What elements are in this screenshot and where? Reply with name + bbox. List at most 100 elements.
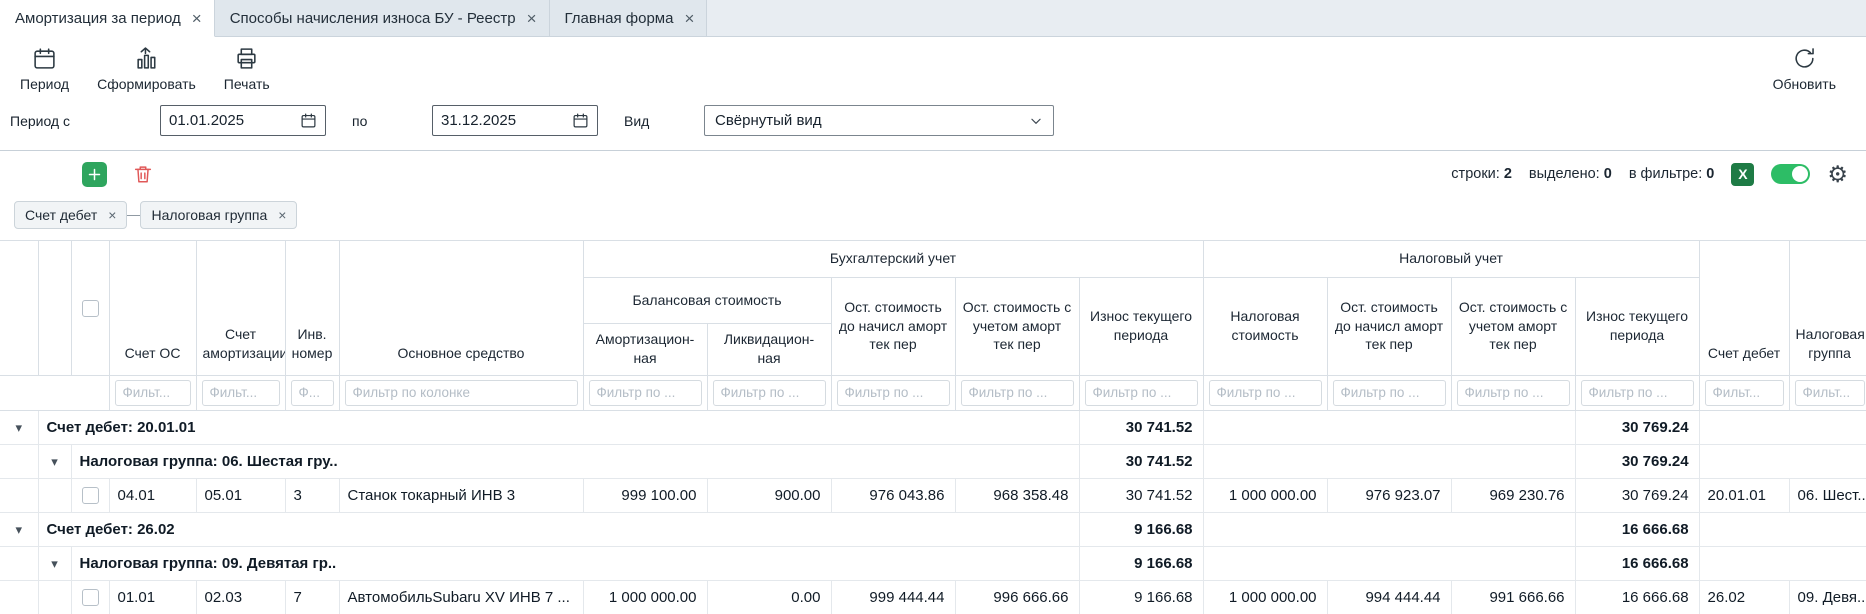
delete-row-button[interactable] [132, 163, 154, 185]
chip-close-icon[interactable]: × [278, 207, 286, 223]
main-toolbar: Период Сформировать Печать Обновить [0, 37, 1866, 101]
period-to-input[interactable]: 31.12.2025 [432, 105, 598, 136]
filter-inv-nomer[interactable] [291, 380, 334, 406]
col-header-osnovnoe-sredstvo[interactable]: Основное средство [339, 241, 583, 375]
filter-spacer [0, 375, 109, 410]
tab-amortizaciya-za-period[interactable]: Амортизация за период × [0, 0, 215, 37]
col-header-schet-os[interactable]: Счет ОС [109, 241, 196, 375]
excel-export-icon[interactable]: X [1731, 163, 1754, 186]
filter-ost-do-bu[interactable] [837, 380, 950, 406]
filter-osnovnoe-sredstvo[interactable] [345, 380, 578, 406]
cell-ost-do-bu: 999 444.44 [831, 580, 955, 614]
collapse-cell[interactable]: ▾ [38, 444, 71, 478]
tab-sposoby-nachisleniya[interactable]: Способы начисления износа БУ - Реестр × [215, 0, 550, 36]
col-header-ost-s-nu[interactable]: Ост. стоимость с учетом аморт тек пер [1451, 277, 1575, 375]
group-row-level-1[interactable]: ▾Счет дебет: 20.01.0130 741.5230 769.24 [0, 410, 1866, 444]
nu-iznos-total: 16 666.68 [1575, 546, 1699, 580]
chip-close-icon[interactable]: × [108, 207, 116, 223]
generate-button[interactable]: Сформировать [97, 46, 196, 92]
view-label: Вид [624, 113, 704, 129]
collapse-arrow-icon[interactable]: ▾ [51, 454, 58, 469]
add-row-button[interactable] [82, 162, 107, 187]
grid-view-toggle[interactable] [1771, 164, 1810, 184]
col-header-nalogovaya-stoimost[interactable]: Налоговая стоимость [1203, 277, 1327, 375]
cell-ost-s-bu: 968 358.48 [955, 478, 1079, 512]
calendar-icon[interactable] [572, 112, 589, 129]
col-header-schet-amortizacii[interactable]: Счет амортизации [196, 241, 285, 375]
group-row-level-2[interactable]: ▾Налоговая группа: 06. Шестая гру..30 74… [0, 444, 1866, 478]
collapse-arrow-icon[interactable]: ▾ [51, 556, 58, 571]
print-button[interactable]: Печать [224, 46, 270, 92]
collapse-arrow-icon[interactable]: ▾ [15, 420, 22, 435]
selected-counter: выделено: 0 [1529, 166, 1612, 182]
filter-schet-amortizacii[interactable] [202, 380, 280, 406]
row-select-cell[interactable] [71, 478, 109, 512]
data-row[interactable]: 04.0105.013Станок токарный ИНВ 3999 100.… [0, 478, 1866, 512]
select-all-cell[interactable] [71, 241, 109, 375]
group-chip-nalogovaya-gruppa[interactable]: Налоговая группа × [140, 201, 297, 229]
group-row-level-2[interactable]: ▾Налоговая группа: 09. Девятая гр..9 166… [0, 546, 1866, 580]
bu-iznos-total: 30 741.52 [1079, 410, 1203, 444]
filter-iznos-nu[interactable] [1581, 380, 1694, 406]
filter-schet-os[interactable] [115, 380, 191, 406]
col-header-amortizacionnaya[interactable]: Амортизацион-ная [583, 323, 707, 375]
tab-glavnaya-forma[interactable]: Главная форма × [550, 0, 708, 36]
tab-close-icon[interactable]: × [527, 10, 537, 27]
tab-close-icon[interactable]: × [684, 10, 694, 27]
period-from-input[interactable]: 01.01.2025 [160, 105, 326, 136]
chip-label: Счет дебет [25, 207, 97, 223]
collapse-arrow-icon[interactable]: ▾ [15, 522, 22, 537]
filter-ost-s-nu[interactable] [1457, 380, 1570, 406]
select-all-checkbox[interactable] [82, 300, 99, 317]
refresh-icon [1792, 46, 1817, 71]
rows-counter: строки: 2 [1451, 166, 1512, 182]
period-to-value: 31.12.2025 [441, 112, 516, 129]
collapse-cell[interactable]: ▾ [0, 512, 38, 546]
filter-nalogovaya-stoimost[interactable] [1209, 380, 1322, 406]
collapse-cell[interactable]: ▾ [0, 410, 38, 444]
calendar-icon [32, 46, 57, 71]
in-filter-counter: в фильтре: 0 [1629, 166, 1715, 182]
row-select-cell[interactable] [71, 580, 109, 614]
period-from-value: 01.01.2025 [169, 112, 244, 129]
calendar-icon[interactable] [300, 112, 317, 129]
filter-likvidacionnaya[interactable] [713, 380, 826, 406]
group-chip-schet-debet[interactable]: Счет дебет × [14, 201, 127, 229]
filter-schet-debet[interactable] [1705, 380, 1784, 406]
filter-ost-s-bu[interactable] [961, 380, 1074, 406]
row-checkbox[interactable] [82, 487, 99, 504]
row-checkbox[interactable] [82, 589, 99, 606]
filter-iznos-bu[interactable] [1085, 380, 1198, 406]
indent-spacer [0, 444, 38, 478]
col-header-schet-debet[interactable]: Счет дебет [1699, 241, 1789, 375]
col-header-iznos-nu[interactable]: Износ текущего периода [1575, 277, 1699, 375]
cell-schet-amortizacii: 02.03 [196, 580, 285, 614]
data-row[interactable]: 01.0102.037АвтомобильSubaru XV ИНВ 7 ...… [0, 580, 1866, 614]
filter-amortizacionnaya[interactable] [589, 380, 702, 406]
group-row-level-1[interactable]: ▾Счет дебет: 26.029 166.6816 666.68 [0, 512, 1866, 546]
printer-icon [234, 46, 259, 71]
grid-body: ▾Счет дебет: 20.01.0130 741.5230 769.24▾… [0, 410, 1866, 614]
collapse-cell[interactable]: ▾ [38, 546, 71, 580]
view-select[interactable]: Свёрнутый вид [704, 105, 1054, 136]
cell-ost-s-nu: 991 666.66 [1451, 580, 1575, 614]
col-header-ost-do-nu[interactable]: Ост. стоимость до начисл аморт тек пер [1327, 277, 1451, 375]
expand-spacer [0, 478, 38, 512]
period-button[interactable]: Период [20, 46, 69, 92]
col-header-likvidacionnaya[interactable]: Ликвидацион-ная [707, 323, 831, 375]
col-header-nalogovaya-gruppa[interactable]: Налоговая группа [1789, 241, 1866, 375]
col-header-ost-do-bu[interactable]: Ост. стоимость до начисл аморт тек пер [831, 277, 955, 375]
col-header-iznos-bu[interactable]: Износ текущего периода [1079, 277, 1203, 375]
col-header-inv-nomer[interactable]: Инв. номер [285, 241, 339, 375]
filter-ost-do-nu[interactable] [1333, 380, 1446, 406]
spacer [1699, 410, 1866, 444]
spacer [1203, 512, 1575, 546]
tab-close-icon[interactable]: × [192, 10, 202, 27]
chip-label: Налоговая группа [151, 207, 267, 223]
col-header-ost-s-bu[interactable]: Ост. стоимость с учетом аморт тек пер [955, 277, 1079, 375]
refresh-button[interactable]: Обновить [1773, 46, 1836, 92]
cell-nalogovaya-stoimost: 1 000 000.00 [1203, 580, 1327, 614]
filter-nalogovaya-gruppa[interactable] [1795, 380, 1865, 406]
cell-osnovnoe-sredstvo: АвтомобильSubaru XV ИНВ 7 ... [339, 580, 583, 614]
gear-icon[interactable]: ⚙ [1827, 163, 1848, 186]
